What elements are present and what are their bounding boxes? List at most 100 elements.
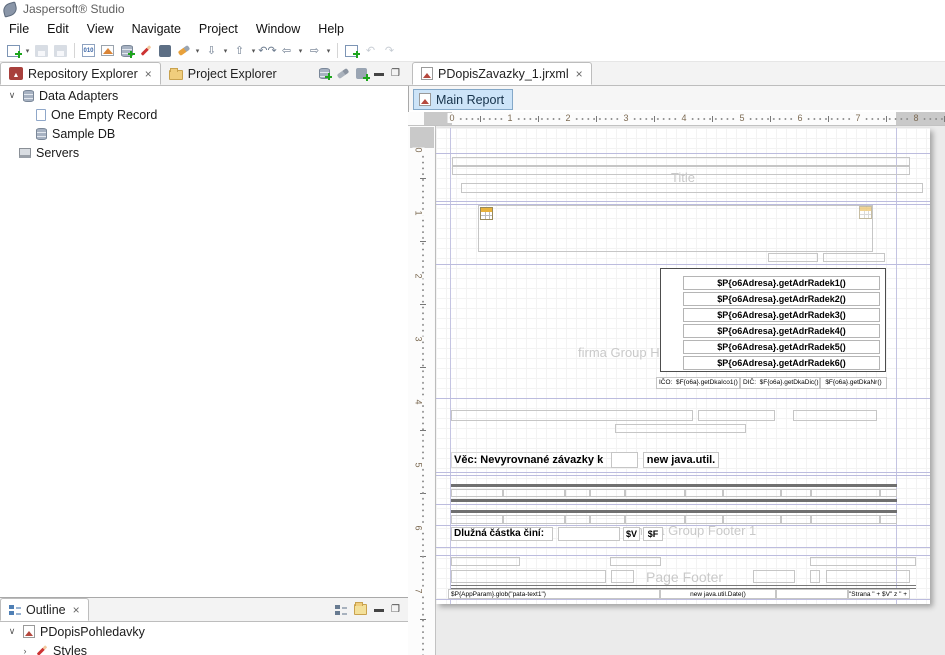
report-element[interactable]	[793, 410, 877, 421]
footer-left-field[interactable]: $P{AppParam}.glob("pata-text1")	[448, 589, 660, 599]
tree-item-sample-db[interactable]: Sample DB	[0, 124, 408, 143]
table-rule[interactable]	[451, 484, 897, 487]
menu-project[interactable]: Project	[190, 19, 247, 39]
report-element[interactable]	[753, 570, 795, 583]
report-element[interactable]	[452, 157, 910, 166]
report-element[interactable]	[451, 410, 693, 421]
tree-item-report-root[interactable]: ∨ PDopisPohledavky	[0, 622, 408, 641]
table-cell[interactable]	[880, 489, 897, 497]
report-element[interactable]	[558, 527, 620, 541]
table-cell[interactable]	[451, 489, 503, 497]
forward-history-icon[interactable]: ⇨	[306, 43, 323, 59]
tree-item-servers[interactable]: Servers	[0, 143, 408, 162]
address-field[interactable]: $P{o6Adresa}.getAdrRadek2()	[683, 292, 880, 306]
tab-repository-explorer[interactable]: ▲ Repository Explorer ×	[0, 62, 161, 85]
binary-resource-icon[interactable]: 010	[80, 43, 97, 59]
import-icon[interactable]: ⇩	[203, 43, 220, 59]
report-element[interactable]	[823, 253, 885, 262]
address-field[interactable]: $P{o6Adresa}.getAdrRadek4()	[683, 324, 880, 338]
new-report-wizard-icon[interactable]	[5, 43, 22, 59]
table-cell[interactable]	[590, 489, 625, 497]
export-icon[interactable]: ⇧	[231, 43, 248, 59]
wand-icon[interactable]	[337, 68, 350, 79]
tree-item-data-adapters[interactable]: ∨ Data Adapters	[0, 86, 408, 105]
maximize-icon[interactable]: ❐	[391, 604, 400, 615]
dluzna-f-field[interactable]: $F	[643, 527, 663, 541]
report-element[interactable]	[451, 557, 520, 566]
table-cell[interactable]	[503, 515, 565, 524]
menu-navigate[interactable]: Navigate	[123, 19, 190, 39]
table-cell[interactable]	[590, 515, 625, 524]
save-all-icon[interactable]	[52, 43, 69, 59]
table-cell[interactable]	[781, 489, 811, 497]
tree-item-styles[interactable]: › Styles	[0, 641, 408, 655]
report-element[interactable]	[611, 452, 638, 468]
address-field[interactable]: $P{o6Adresa}.getAdrRadek6()	[683, 356, 880, 370]
table-cell[interactable]	[503, 489, 565, 497]
report-element[interactable]	[452, 166, 910, 175]
menu-edit[interactable]: Edit	[38, 19, 78, 39]
back-dropdown-icon[interactable]: ▾	[296, 47, 305, 55]
tab-outline[interactable]: Outline ×	[0, 598, 89, 621]
menu-window[interactable]: Window	[247, 19, 309, 39]
menu-file[interactable]: File	[0, 19, 38, 39]
table-cell[interactable]	[565, 515, 590, 524]
report-element[interactable]	[698, 410, 775, 421]
save-icon[interactable]	[33, 43, 50, 59]
menu-view[interactable]: View	[78, 19, 123, 39]
tab-project-explorer[interactable]: Project Explorer	[161, 62, 285, 85]
add-data-adapter-icon[interactable]	[319, 68, 330, 79]
menu-help[interactable]: Help	[309, 19, 353, 39]
report-element[interactable]	[810, 557, 916, 566]
address-field[interactable]: $P{o6Adresa}.getAdrRadek1()	[683, 276, 880, 290]
report-element[interactable]	[610, 557, 661, 566]
chevron-down-icon[interactable]: ∨	[6, 90, 18, 101]
open-editor-icon[interactable]	[343, 43, 360, 59]
nr-field[interactable]: $F{o6a}.getDkaNr()	[820, 377, 887, 389]
table-icon[interactable]	[480, 207, 493, 220]
redo-icon[interactable]: ↷	[381, 43, 398, 59]
close-icon[interactable]: ×	[576, 67, 583, 81]
report-element[interactable]	[776, 589, 848, 599]
tree-view-icon[interactable]	[335, 604, 347, 616]
add-database-icon[interactable]	[118, 43, 135, 59]
minimize-icon[interactable]: ▬	[374, 68, 384, 79]
add-server-icon[interactable]	[356, 68, 367, 79]
report-element[interactable]	[615, 424, 746, 433]
dluzna-label-field[interactable]: Dlužná částka činí:	[451, 527, 553, 541]
report-element[interactable]	[768, 253, 818, 262]
last-edit-location-icon[interactable]: ↶↷	[259, 43, 276, 59]
table-cell[interactable]	[685, 489, 723, 497]
vec-date-field[interactable]: new java.util.	[643, 452, 719, 468]
minimize-icon[interactable]: ▬	[374, 604, 384, 615]
chevron-right-icon[interactable]: ›	[19, 646, 31, 655]
table-cell[interactable]	[451, 515, 503, 524]
export-dropdown-icon[interactable]: ▾	[249, 47, 258, 55]
table-cell[interactable]	[723, 489, 781, 497]
chevron-down-icon[interactable]: ∨	[6, 626, 18, 637]
forward-dropdown-icon[interactable]: ▾	[324, 47, 333, 55]
compile-report-icon[interactable]	[137, 43, 154, 59]
tab-editor-jrxml[interactable]: PDopisZavazky_1.jrxml ×	[412, 62, 592, 85]
table-cell[interactable]	[781, 515, 811, 524]
dataset-icon[interactable]	[156, 43, 173, 59]
tab-main-report[interactable]: Main Report	[413, 89, 513, 110]
report-element[interactable]	[810, 570, 820, 583]
preview-run-icon[interactable]	[175, 43, 192, 59]
table-cell[interactable]	[723, 515, 781, 524]
table-cell[interactable]	[811, 489, 880, 497]
close-icon[interactable]: ×	[145, 67, 152, 81]
undo-icon[interactable]: ↶	[362, 43, 379, 59]
import-dropdown-icon[interactable]: ▾	[221, 47, 230, 55]
table-cell[interactable]	[811, 515, 880, 524]
vec-label-field[interactable]: Věc: Nevyrovnané závazky k	[451, 452, 612, 468]
table-cell[interactable]	[685, 515, 723, 524]
back-history-icon[interactable]: ⇦	[278, 43, 295, 59]
table-cell[interactable]	[565, 489, 590, 497]
table-rule[interactable]	[451, 499, 897, 502]
report-element[interactable]	[461, 183, 923, 193]
publish-report-icon[interactable]	[99, 43, 116, 59]
address-field[interactable]: $P{o6Adresa}.getAdrRadek3()	[683, 308, 880, 322]
table-icon[interactable]	[859, 206, 872, 219]
ico-field[interactable]: IČO: $F{o6a}.getDkaIco1()	[656, 377, 740, 389]
